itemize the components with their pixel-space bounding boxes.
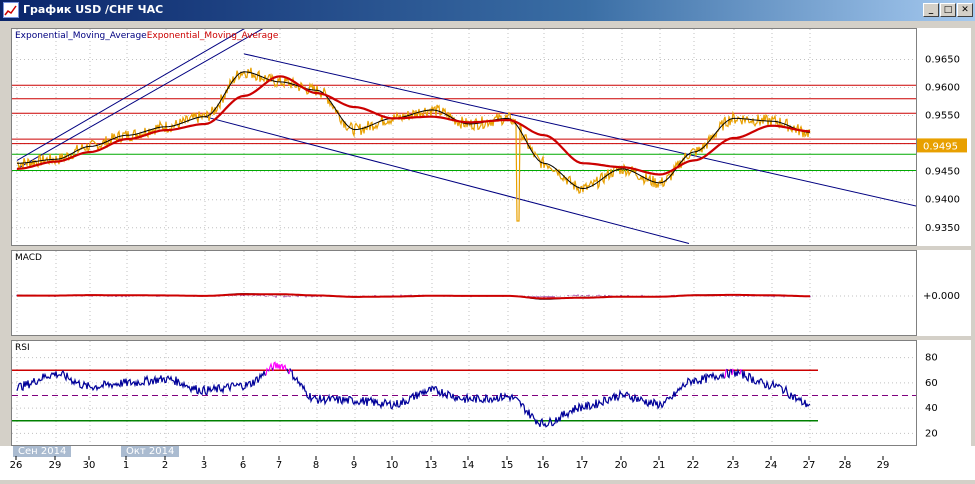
day-label: 20	[615, 460, 628, 471]
day-label: 27	[803, 460, 816, 471]
day-label: 13	[425, 460, 438, 471]
rsi-label: RSI	[15, 343, 30, 353]
window-title: График USD /CHF ЧАС	[23, 3, 164, 16]
macd-signal-line	[17, 293, 810, 300]
day-label: 2	[162, 460, 168, 471]
day-label: 17	[576, 460, 589, 471]
time-axis-svg: Сен 2014 Окт 201426 29 30 1 2 3 6 7 8 9 10 13 14 15 16 1…	[10, 444, 890, 471]
price-chart	[12, 29, 916, 245]
macd-zero-label: +0.000	[923, 291, 960, 302]
day-label: 29	[49, 460, 62, 471]
rsi-axis-svg: 80 60 40 20	[925, 353, 938, 440]
day-label: 6	[240, 460, 246, 471]
month-label: Окт 2014	[126, 446, 174, 457]
day-label: 15	[501, 460, 514, 471]
maximize-button[interactable]: □	[940, 3, 956, 17]
day-label: 3	[201, 460, 207, 471]
day-label: 29	[877, 460, 890, 471]
rsi-chart	[12, 341, 916, 445]
macd-axis: +0.000	[917, 250, 971, 336]
day-label: 21	[653, 460, 666, 471]
price-tick-label: 0.9550	[925, 111, 960, 122]
macd-label: MACD	[15, 253, 42, 263]
chart-app-icon	[3, 2, 19, 18]
price-line	[16, 67, 811, 222]
window-titlebar: График USD /CHF ЧАС _ □ ✕	[0, 0, 975, 21]
rsi-panel[interactable]: RSI	[11, 340, 917, 446]
rsi-line	[265, 367, 269, 376]
price-tick-label: 0.9450	[925, 167, 960, 178]
price-tick-label: 0.9600	[925, 83, 960, 94]
day-label: 22	[687, 460, 700, 471]
day-label: 16	[537, 460, 550, 471]
indicator-legend: Exponential_Moving_AverageExponential_Mo…	[15, 31, 278, 41]
rsi-line	[291, 369, 726, 428]
channel-line	[16, 29, 245, 161]
minimize-button[interactable]: _	[923, 3, 939, 17]
rsi-tick-label: 60	[925, 378, 938, 389]
rsi-tick-label: 80	[925, 353, 938, 364]
macd-axis-svg: +0.000	[923, 291, 960, 302]
rsi-line	[741, 370, 811, 408]
day-label: 30	[83, 460, 96, 471]
price-panel[interactable]: Exponential_Moving_AverageExponential_Mo…	[11, 28, 917, 246]
price-axis: 0.96500.96000.95500.95000.94500.94000.93…	[917, 28, 971, 246]
channel-line	[243, 53, 916, 207]
day-label: 8	[313, 460, 319, 471]
price-axis-svg: 0.96500.96000.95500.95000.94500.94000.93…	[917, 54, 967, 234]
rsi-line	[733, 368, 741, 377]
rsi-tick-label: 20	[925, 428, 938, 439]
price-tick-label: 0.9650	[925, 54, 960, 65]
rsi-axis: 80 60 40 20	[917, 340, 971, 446]
day-label: 23	[727, 460, 740, 471]
price-tick-label: 0.9350	[925, 223, 960, 234]
day-label: 26	[10, 460, 23, 471]
price-tick-label: 0.9400	[925, 195, 960, 206]
close-button[interactable]: ✕	[957, 3, 973, 17]
rsi-tick-label: 40	[925, 403, 938, 414]
day-label: 1	[123, 460, 129, 471]
last-price-label: 0.9495	[923, 141, 958, 152]
day-label: 10	[386, 460, 399, 471]
ema-fast-legend: Exponential_Moving_Average	[15, 31, 147, 41]
channel-line	[204, 116, 690, 244]
ema-slow-legend: Exponential_Moving_Average	[146, 31, 279, 41]
macd-chart	[12, 251, 916, 335]
day-label: 28	[839, 460, 852, 471]
day-label: 7	[276, 460, 282, 471]
time-axis: Сен 2014 Окт 2014 26 29 30 1 2 3 6 7 8 9 10 13 14 15 16 1…	[0, 444, 975, 480]
day-label: 14	[462, 460, 475, 471]
macd-panel[interactable]: MACD	[11, 250, 917, 336]
month-label: Сен 2014	[18, 446, 66, 457]
day-label: 24	[765, 460, 778, 471]
day-label: 9	[351, 460, 357, 471]
